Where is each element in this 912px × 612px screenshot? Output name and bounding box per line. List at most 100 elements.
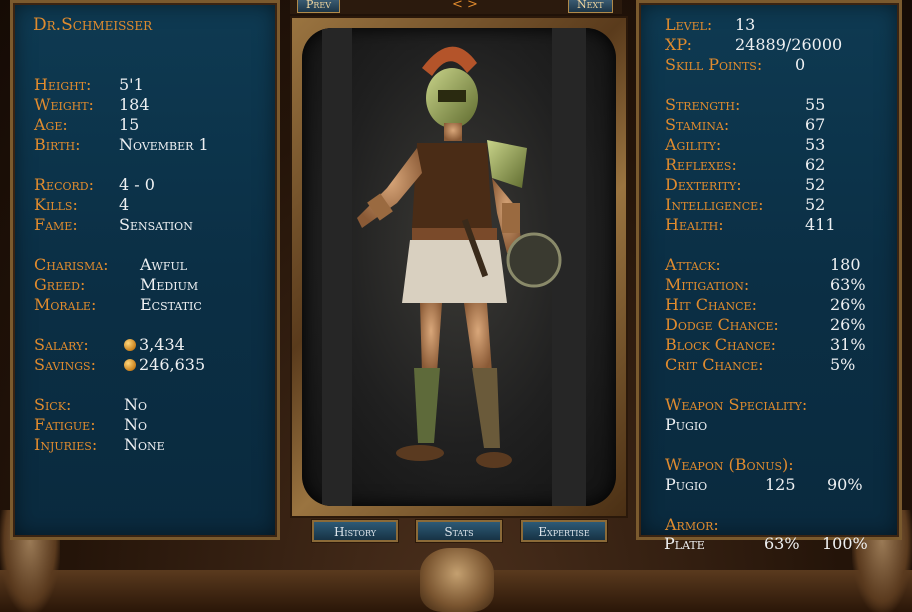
record-row: Record: 4 - 0 [34, 175, 155, 195]
weapon-bonus-value2: 90% [827, 475, 863, 494]
dexterity-label: Dexterity: [665, 175, 742, 194]
strength-row: Strength: 55 [665, 95, 825, 115]
nav-arrows[interactable]: < > [452, 0, 478, 12]
birth-label: Birth: [34, 135, 81, 154]
stamina-label: Stamina: [665, 115, 730, 134]
savings-row: Savings: 246,635 [34, 355, 205, 375]
tab-stats[interactable]: Stats [416, 520, 502, 542]
strength-value: 55 [805, 95, 826, 114]
tab-expertise[interactable]: Expertise [521, 520, 607, 542]
greed-label: Greed: [34, 275, 86, 294]
armor-row: Plate 63% 100% [664, 534, 868, 554]
gladiator-portrait [322, 28, 586, 506]
fame-value: Sensation [119, 215, 193, 234]
armor-value2: 100% [822, 534, 868, 553]
age-value: 15 [119, 115, 140, 134]
block-chance-label: Block Chance: [665, 335, 777, 354]
birth-value: November 1 [119, 135, 209, 154]
height-value: 5'1 [119, 75, 144, 94]
age-label: Age: [34, 115, 68, 134]
hit-chance-row: Hit Chance: 26% [665, 295, 866, 315]
weapon-bonus-value1: 125 [765, 475, 796, 494]
sick-value: No [124, 395, 148, 414]
injuries-value: None [124, 435, 165, 454]
height-row: Height: 5'1 [34, 75, 144, 95]
agility-row: Agility: 53 [665, 135, 825, 155]
mitigation-label: Mitigation: [665, 275, 750, 294]
bio-panel: Dr.Schmeisser Height: 5'1 Weight: 184 Ag… [10, 0, 280, 540]
crit-chance-value: 5% [830, 355, 856, 374]
hit-chance-value: 26% [830, 295, 866, 314]
sick-label: Sick: [34, 395, 72, 414]
greed-value: Medium [140, 275, 199, 294]
level-label: Level: [665, 15, 713, 34]
salary-value: 3,434 [139, 335, 185, 354]
fatigue-value: No [124, 415, 148, 434]
injuries-label: Injuries: [34, 435, 98, 454]
height-label: Height: [34, 75, 92, 94]
weapon-bonus-name: Pugio [665, 475, 708, 494]
armor-value1: 63% [764, 534, 800, 553]
strength-label: Strength: [665, 95, 741, 114]
crit-chance-row: Crit Chance: 5% [665, 355, 855, 375]
portrait-area [302, 28, 616, 506]
agility-label: Agility: [665, 135, 722, 154]
weapon-speciality-label: Weapon Speciality: [665, 395, 808, 414]
weight-label: Weight: [34, 95, 94, 114]
charisma-value: Awful [140, 255, 188, 274]
reflexes-value: 62 [805, 155, 826, 174]
savings-amount: 246,635 [124, 355, 205, 375]
armor-name: Plate [664, 534, 705, 553]
birth-row: Birth: November 1 [34, 135, 209, 155]
lion-head-emblem [420, 548, 494, 612]
level-value: 13 [735, 15, 756, 34]
greed-row: Greed: Medium [34, 275, 198, 295]
next-button[interactable]: Next [568, 0, 613, 13]
xp-row: XP: 24889/26000 [665, 35, 842, 55]
tab-history[interactable]: History [312, 520, 398, 542]
gold-coin-icon [124, 358, 136, 371]
mitigation-row: Mitigation: 63% [665, 275, 866, 295]
fatigue-label: Fatigue: [34, 415, 96, 434]
dodge-chance-row: Dodge Chance: 26% [665, 315, 866, 335]
attack-value: 180 [830, 255, 861, 274]
stamina-value: 67 [805, 115, 826, 134]
record-value: 4 - 0 [119, 175, 155, 194]
dodge-chance-label: Dodge Chance: [665, 315, 779, 334]
armor-label: Armor: [665, 515, 719, 534]
stats-panel: Level: 13 XP: 24889/26000 Skill Points: … [636, 0, 902, 540]
charisma-label: Charisma: [34, 255, 109, 274]
salary-amount: 3,434 [124, 335, 185, 355]
agility-value: 53 [805, 135, 826, 154]
sick-row: Sick: No [34, 395, 147, 415]
block-chance-value: 31% [830, 335, 866, 354]
block-chance-row: Block Chance: 31% [665, 335, 866, 355]
morale-value: Ecstatic [140, 295, 202, 314]
xp-value: 24889/26000 [735, 35, 843, 54]
dexterity-row: Dexterity: 52 [665, 175, 825, 195]
gladiator-name: Dr.Schmeisser [33, 15, 153, 35]
kills-row: Kills: 4 [34, 195, 129, 215]
fame-row: Fame: Sensation [34, 215, 193, 235]
prev-button[interactable]: Prev [297, 0, 341, 13]
intelligence-label: Intelligence: [665, 195, 764, 214]
dodge-chance-value: 26% [830, 315, 866, 334]
age-row: Age: 15 [34, 115, 139, 135]
xp-label: XP: [665, 35, 692, 54]
dexterity-value: 52 [805, 175, 826, 194]
kills-label: Kills: [34, 195, 78, 214]
attack-row: Attack: 180 [665, 255, 861, 275]
health-value: 411 [805, 215, 836, 234]
level-row: Level: 13 [665, 15, 755, 35]
stamina-row: Stamina: 67 [665, 115, 825, 135]
weight-row: Weight: 184 [34, 95, 150, 115]
skill-points-value: 0 [795, 55, 806, 74]
portrait-frame [290, 16, 628, 518]
health-label: Health: [665, 215, 724, 234]
reflexes-row: Reflexes: 62 [665, 155, 825, 175]
morale-label: Morale: [34, 295, 97, 314]
weapon-speciality-value: Pugio [665, 415, 708, 434]
savings-label: Savings: [34, 355, 96, 374]
kills-value: 4 [119, 195, 130, 214]
charisma-row: Charisma: Awful [34, 255, 187, 275]
